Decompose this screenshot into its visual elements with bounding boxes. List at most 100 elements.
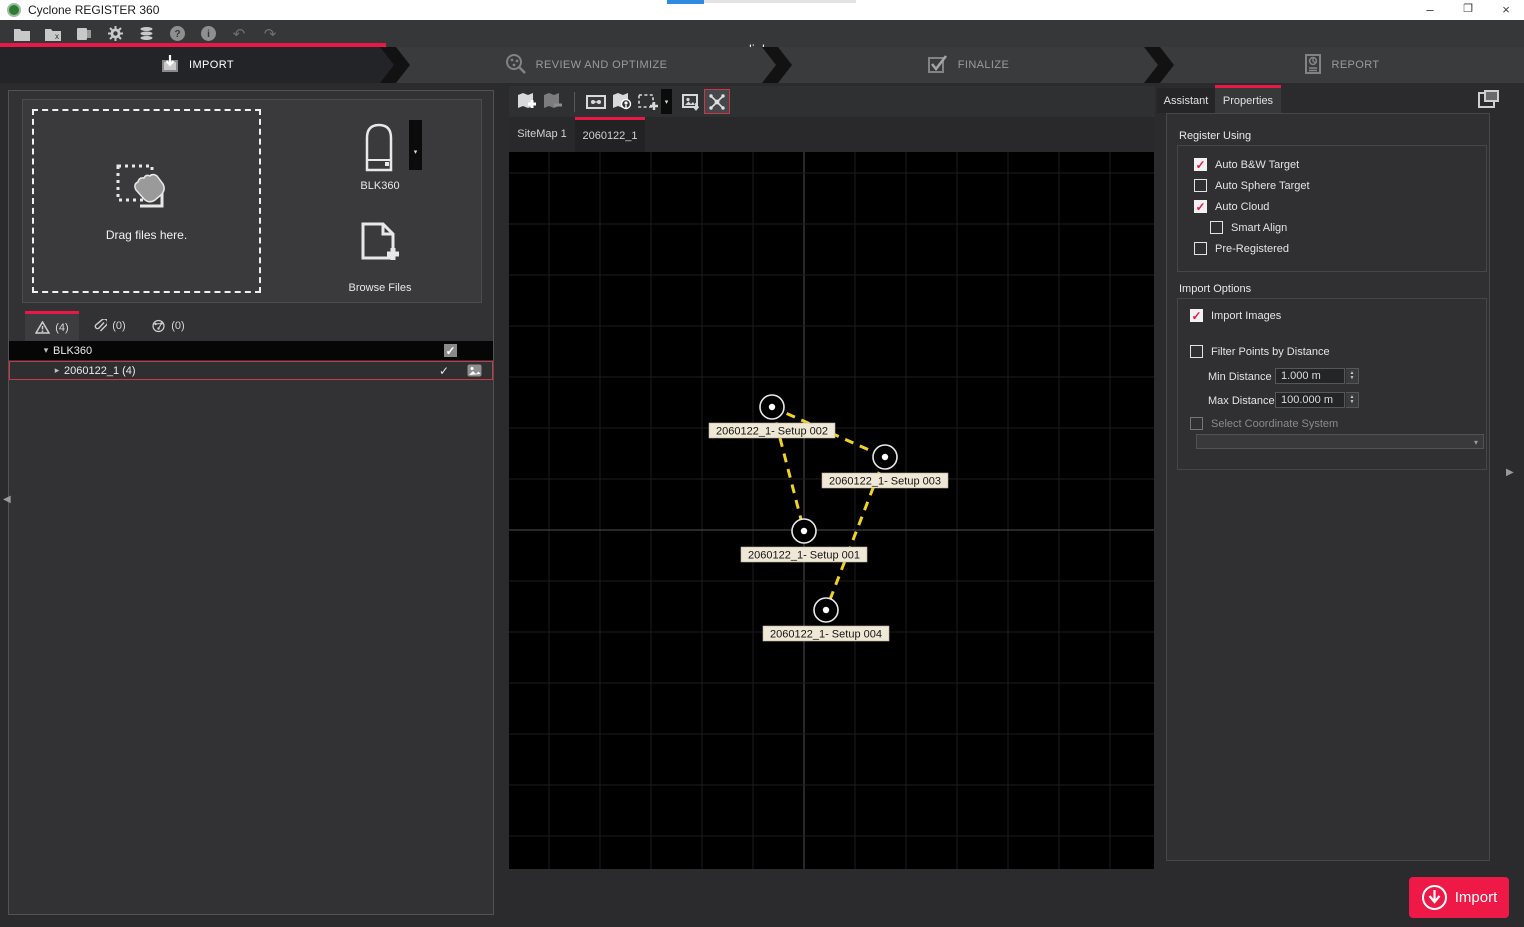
sitemap-canvas[interactable]: 2060122_1- Setup 0022060122_1- Setup 003… <box>509 152 1154 869</box>
finalize-step-icon <box>927 54 949 77</box>
option-label: Auto B&W Target <box>1215 159 1299 171</box>
minimize-button[interactable]: – <box>1416 0 1444 19</box>
option-auto-sphere-target[interactable]: ✓ Auto Sphere Target <box>1194 179 1310 192</box>
setup-label-setup-001: 2060122_1- Setup 001 <box>748 550 860 562</box>
spinner-down-icon[interactable]: ▼ <box>1350 376 1355 381</box>
tree-root-checkbox[interactable]: ✓ <box>444 344 457 357</box>
check-icon: ✓ <box>445 345 455 357</box>
option-filter-points[interactable]: ✓ Filter Points by Distance <box>1190 345 1330 358</box>
setup-node-dot <box>769 404 775 410</box>
import-button[interactable]: Import <box>1409 877 1509 918</box>
tab-issues[interactable]: (4) <box>25 311 79 341</box>
links-mode-icon[interactable] <box>704 89 730 114</box>
spinner-down-icon[interactable]: ▼ <box>1350 400 1355 405</box>
blk360-label: BLK360 <box>310 180 450 192</box>
add-sitemap-icon[interactable] <box>514 89 540 114</box>
tab-sitemap-1[interactable]: SiteMap 1 <box>511 117 573 152</box>
smart-align-checkbox[interactable]: ✓ <box>1210 221 1223 234</box>
import-options-group: ✓ Import Images ✓ Filter Points by Dista… <box>1177 298 1487 470</box>
panel-layout-icon[interactable] <box>1474 86 1504 111</box>
max-distance-input[interactable]: 100.000 m <box>1275 392 1345 408</box>
auto-bw-checkbox[interactable]: ✓ <box>1194 158 1207 171</box>
setup-label-setup-002: 2060122_1- Setup 002 <box>716 426 828 438</box>
setup-label-setup-004: 2060122_1- Setup 004 <box>770 629 882 641</box>
pre-registered-checkbox[interactable]: ✓ <box>1194 242 1207 255</box>
browse-files-icon[interactable] <box>359 222 401 270</box>
option-select-coordinate-system[interactable]: ✓ Select Coordinate System <box>1190 417 1338 430</box>
option-label: Pre-Registered <box>1215 243 1289 255</box>
blk360-dropdown[interactable]: ▾ <box>409 120 422 170</box>
min-distance-spinner[interactable]: ▲ ▼ <box>1346 368 1359 384</box>
auto-cloud-checkbox[interactable]: ✓ <box>1194 200 1207 213</box>
option-label: Auto Sphere Target <box>1215 180 1310 192</box>
workflow-step-finalize[interactable]: FINALIZE <box>778 47 1158 83</box>
tree-root-label: BLK360 <box>53 345 444 357</box>
tree-expand-icon[interactable]: ▸ <box>50 365 64 376</box>
sitemap-graph: 2060122_1- Setup 0022060122_1- Setup 003… <box>509 152 1154 869</box>
option-auto-cloud[interactable]: ✓ Auto Cloud <box>1194 200 1269 213</box>
option-label: Filter Points by Distance <box>1211 346 1330 358</box>
restore-button[interactable]: ❐ <box>1454 0 1482 19</box>
option-pre-registered[interactable]: ✓ Pre-Registered <box>1194 242 1289 255</box>
svg-text:i: i <box>207 29 210 40</box>
sitemap-location-icon[interactable] <box>609 89 635 114</box>
workflow-step-review[interactable]: REVIEW AND OPTIMIZE <box>396 47 776 83</box>
sitemap-tab-bar: SiteMap 1 2060122_1 <box>509 117 1155 152</box>
filter-points-checkbox[interactable]: ✓ <box>1190 345 1203 358</box>
workflow-step-report[interactable]: REPORT <box>1160 47 1524 83</box>
option-import-images[interactable]: ✓ Import Images <box>1190 309 1281 322</box>
tab-2060122-1[interactable]: 2060122_1 <box>575 117 645 152</box>
auto-sphere-checkbox[interactable]: ✓ <box>1194 179 1207 192</box>
close-button[interactable]: × <box>1492 0 1520 19</box>
import-image-icon[interactable] <box>678 89 704 114</box>
setup-node-dot <box>801 528 807 534</box>
tab-scans[interactable]: (0) <box>141 311 195 341</box>
drag-hand-icon <box>116 160 178 218</box>
import-options-title: Import Options <box>1179 283 1251 295</box>
tree-row-2060122-1[interactable]: ▸ 2060122_1 (4) ✓ <box>9 361 493 380</box>
option-auto-bw-target[interactable]: ✓ Auto B&W Target <box>1194 158 1299 171</box>
workflow-step-label: REVIEW AND OPTIMIZE <box>536 59 668 71</box>
option-smart-align[interactable]: ✓ Smart Align <box>1210 221 1287 234</box>
tab-properties[interactable]: Properties <box>1215 85 1281 113</box>
tree-child-label: 2060122_1 (4) <box>64 365 439 377</box>
tab-attachments[interactable]: (0) <box>83 311 137 341</box>
report-step-icon <box>1304 54 1322 77</box>
tree-row-blk360[interactable]: ▾ BLK360 ✓ <box>9 341 493 360</box>
max-distance-spinner[interactable]: ▲ ▼ <box>1346 392 1359 408</box>
setup-node-dot <box>823 607 829 613</box>
import-images-checkbox[interactable]: ✓ <box>1190 309 1203 322</box>
import-step-icon <box>160 54 180 77</box>
import-panel: Drag files here. ▾ BLK360 Browse Files (… <box>8 90 494 915</box>
marquee-select-icon[interactable] <box>635 89 661 114</box>
marquee-dropdown[interactable]: ▾ <box>661 89 672 114</box>
option-label: Smart Align <box>1231 222 1287 234</box>
scans-count: (0) <box>171 320 184 332</box>
tree-image-icon[interactable] <box>467 364 482 377</box>
min-distance-input[interactable]: 1.000 m <box>1275 368 1345 384</box>
workflow-step-label: REPORT <box>1331 59 1379 71</box>
workflow-step-label: FINALIZE <box>958 59 1010 71</box>
tree-child-check-icon[interactable]: ✓ <box>439 364 449 378</box>
check-icon: ✓ <box>1191 310 1201 322</box>
drag-files-dropzone[interactable]: Drag files here. <box>32 109 261 293</box>
attachments-count: (0) <box>112 320 125 332</box>
coordinate-system-checkbox[interactable]: ✓ <box>1190 417 1203 430</box>
coordinate-system-dropdown[interactable]: ▾ <box>1196 434 1484 449</box>
sitemap-toolbar: ▾ <box>509 86 1155 117</box>
review-step-icon <box>505 53 527 78</box>
setup-node-dot <box>882 454 888 460</box>
collapse-left-arrow[interactable]: ◀ <box>3 494 11 505</box>
application-window: Cyclone REGISTER 360 – ❐ × x ? <box>0 0 1524 927</box>
workflow-step-import[interactable]: IMPORT <box>0 47 394 83</box>
option-label: Import Images <box>1211 310 1281 322</box>
tab-assistant[interactable]: Assistant <box>1157 88 1215 113</box>
tree-collapse-icon[interactable]: ▾ <box>39 345 53 356</box>
background-window-strip <box>704 0 856 3</box>
svg-text:x: x <box>55 32 59 41</box>
active-step-indicator <box>0 43 386 47</box>
blk360-device-icon[interactable] <box>363 122 395 172</box>
image-pair-icon[interactable] <box>583 89 609 114</box>
remove-sitemap-icon[interactable] <box>540 89 566 114</box>
collapse-right-arrow[interactable]: ▶ <box>1506 467 1514 478</box>
